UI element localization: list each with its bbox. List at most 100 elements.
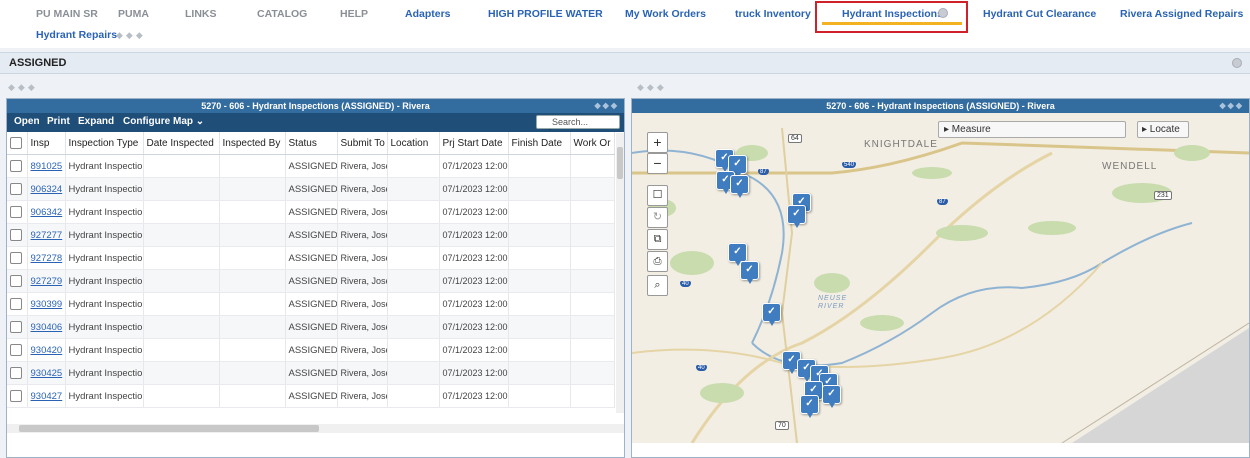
row-checkbox[interactable] bbox=[7, 361, 28, 385]
tab-rivera-assigned-repairs[interactable]: Rivera Assigned Repairs bbox=[1120, 8, 1243, 20]
insp-link[interactable]: 930427 bbox=[27, 384, 66, 408]
map-canvas[interactable]: KNIGHTDALE WENDELL NEUSE RIVER 64 540 87… bbox=[632, 113, 1249, 443]
table-row[interactable]: 930427 Hydrant Inspection ASSIGNED Rivera, … bbox=[7, 384, 615, 408]
layers-icon[interactable]: ⧉ bbox=[647, 229, 668, 250]
map-marker[interactable]: ✓ bbox=[762, 303, 781, 326]
inspection-type-cell: Hydrant Inspection bbox=[65, 338, 144, 362]
status-cell: ASSIGNED bbox=[285, 361, 338, 385]
map-marker[interactable]: ✓ bbox=[800, 395, 819, 418]
tab-my-work-orders[interactable]: My Work Orders bbox=[625, 8, 706, 20]
tab-help[interactable]: HELP bbox=[340, 8, 368, 20]
row-checkbox[interactable] bbox=[7, 269, 28, 293]
locate-button[interactable]: ▸ Locate bbox=[1137, 121, 1189, 138]
col-insp[interactable]: Insp bbox=[27, 132, 66, 155]
tab-hydrant-inspections[interactable]: Hydrant Inspections bbox=[842, 8, 943, 20]
insp-link[interactable]: 891025 bbox=[27, 154, 66, 178]
select-all-checkbox[interactable] bbox=[7, 132, 28, 155]
tab-pu-main-sr[interactable]: PU MAIN SR bbox=[36, 8, 98, 20]
refresh-icon[interactable]: ↻ bbox=[647, 207, 668, 228]
select-box-icon[interactable]: ☐ bbox=[647, 185, 668, 206]
vertical-scrollbar[interactable] bbox=[616, 133, 624, 413]
tab-adapters[interactable]: Adapters bbox=[405, 8, 451, 20]
tab-catalog[interactable]: CATALOG bbox=[257, 8, 307, 20]
open-button[interactable]: Open bbox=[14, 116, 40, 127]
table-row[interactable]: 930399 Hydrant Inspection ASSIGNED Rivera, … bbox=[7, 292, 615, 316]
nav-scroll-arrows-icon[interactable]: ◆◆◆ bbox=[116, 30, 146, 41]
tab-high-profile-water[interactable]: HIGH PROFILE WATER bbox=[488, 8, 603, 20]
table-row[interactable]: 930406 Hydrant Inspection ASSIGNED Rivera, … bbox=[7, 315, 615, 339]
left-pane-arrows-icon[interactable]: ◆◆◆ bbox=[8, 82, 38, 93]
col-inspection-type[interactable]: Inspection Type bbox=[65, 132, 144, 155]
map-marker[interactable]: ✓ bbox=[787, 205, 806, 228]
search-input[interactable]: Search... bbox=[536, 115, 620, 129]
insp-link[interactable]: 906324 bbox=[27, 177, 66, 201]
insp-link[interactable]: 906342 bbox=[27, 200, 66, 224]
route-64-shield: 64 bbox=[788, 134, 802, 143]
status-cell: ASSIGNED bbox=[285, 338, 338, 362]
row-checkbox[interactable] bbox=[7, 200, 28, 224]
table-row[interactable]: 891025 Hydrant Inspection ASSIGNED Rivera, … bbox=[7, 154, 615, 178]
col-location[interactable]: Location bbox=[387, 132, 440, 155]
configure-button[interactable]: Configure bbox=[123, 116, 170, 127]
row-checkbox[interactable] bbox=[7, 338, 28, 362]
col-status[interactable]: Status bbox=[285, 132, 338, 155]
table-row[interactable]: 927279 Hydrant Inspection ASSIGNED Rivera, … bbox=[7, 269, 615, 293]
col-date-inspected[interactable]: Date Inspected bbox=[143, 132, 220, 155]
insp-link[interactable]: 930420 bbox=[27, 338, 66, 362]
row-checkbox[interactable] bbox=[7, 384, 28, 408]
zoom-out-button[interactable]: − bbox=[647, 153, 668, 174]
insp-link[interactable]: 930425 bbox=[27, 361, 66, 385]
print-map-icon[interactable]: ⎙ bbox=[647, 251, 668, 272]
map-marker[interactable]: ✓ bbox=[822, 385, 841, 408]
expand-button[interactable]: Expand bbox=[78, 116, 114, 127]
print-button[interactable]: Print bbox=[47, 116, 70, 127]
tab-links[interactable]: LINKS bbox=[185, 8, 217, 20]
insp-link[interactable]: 930399 bbox=[27, 292, 66, 316]
insp-link[interactable]: 930406 bbox=[27, 315, 66, 339]
row-checkbox[interactable] bbox=[7, 292, 28, 316]
active-tab-underline bbox=[822, 22, 962, 25]
col-submit-to[interactable]: Submit To bbox=[337, 132, 388, 155]
col-work-order[interactable]: Work Or bbox=[570, 132, 615, 155]
right-pane-arrows-icon[interactable]: ◆◆◆ bbox=[637, 82, 667, 93]
insp-link[interactable]: 927279 bbox=[27, 269, 66, 293]
table-row[interactable]: 906324 Hydrant Inspection ASSIGNED Rivera, … bbox=[7, 177, 615, 201]
submit-to-cell: Rivera, Jose J bbox=[337, 315, 388, 339]
map-marker[interactable]: ✓ bbox=[728, 243, 747, 266]
table-row[interactable]: 930420 Hydrant Inspection ASSIGNED Rivera, … bbox=[7, 338, 615, 362]
map-dropdown-button[interactable]: Map ⌄ bbox=[173, 116, 204, 127]
tab-puma[interactable]: PUMA bbox=[118, 8, 149, 20]
table-row[interactable]: 927278 Hydrant Inspection ASSIGNED Rivera, … bbox=[7, 246, 615, 270]
grid-panel: 5270 - 606 - Hydrant Inspections (ASSIGN… bbox=[6, 98, 625, 458]
panel-controls-icon[interactable]: ◆◆◆ bbox=[595, 99, 619, 113]
row-checkbox[interactable] bbox=[7, 246, 28, 270]
horizontal-scrollbar[interactable] bbox=[7, 424, 624, 433]
date-inspected-cell bbox=[143, 361, 220, 385]
row-checkbox[interactable] bbox=[7, 154, 28, 178]
row-checkbox[interactable] bbox=[7, 223, 28, 247]
map-label-wendell: WENDELL bbox=[1102, 161, 1158, 172]
map-panel-controls-icon[interactable]: ◆◆◆ bbox=[1220, 99, 1244, 113]
tab-hydrant-repairs[interactable]: Hydrant Repairs bbox=[36, 29, 117, 41]
insp-link[interactable]: 927278 bbox=[27, 246, 66, 270]
table-row[interactable]: 927277 Hydrant Inspection ASSIGNED Rivera, … bbox=[7, 223, 615, 247]
insp-link[interactable]: 927277 bbox=[27, 223, 66, 247]
work-order-cell bbox=[570, 292, 615, 316]
assigned-close-icon[interactable] bbox=[1232, 58, 1242, 68]
tab-close-icon[interactable] bbox=[938, 8, 948, 18]
zoom-search-icon[interactable]: ⌕ bbox=[647, 275, 668, 296]
col-prj-start-date[interactable]: Prj Start Date bbox=[439, 132, 509, 155]
table-row[interactable]: 930425 Hydrant Inspection ASSIGNED Rivera, … bbox=[7, 361, 615, 385]
map-marker[interactable]: ✓ bbox=[730, 175, 749, 198]
row-checkbox[interactable] bbox=[7, 315, 28, 339]
table-row[interactable]: 906342 Hydrant Inspection ASSIGNED Rivera, … bbox=[7, 200, 615, 224]
tab-hydrant-cut-clearance[interactable]: Hydrant Cut Clearance bbox=[983, 8, 1096, 20]
finish-date-cell bbox=[508, 292, 571, 316]
zoom-in-button[interactable]: + bbox=[647, 132, 668, 153]
col-finish-date[interactable]: Finish Date bbox=[508, 132, 571, 155]
tab-truck-inventory[interactable]: truck Inventory bbox=[735, 8, 811, 20]
col-inspected-by[interactable]: Inspected By bbox=[219, 132, 286, 155]
map-marker[interactable]: ✓ bbox=[740, 261, 759, 284]
measure-button[interactable]: ▸ Measure bbox=[938, 121, 1126, 138]
row-checkbox[interactable] bbox=[7, 177, 28, 201]
